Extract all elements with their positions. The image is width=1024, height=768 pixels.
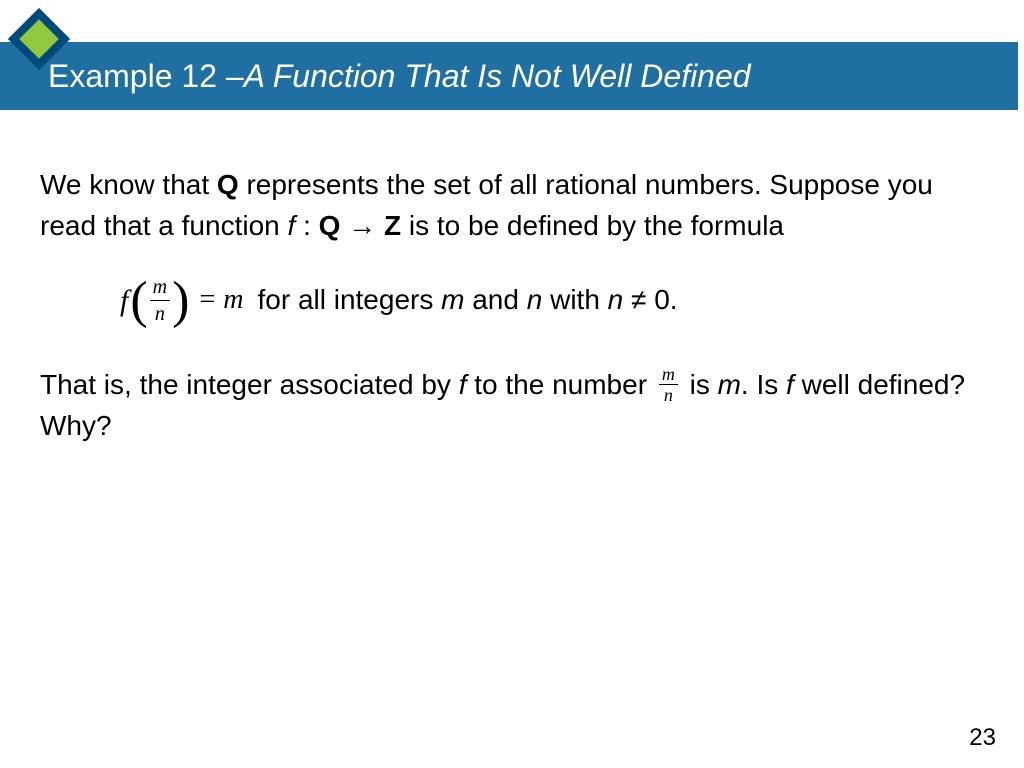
denominator: n [152, 301, 168, 325]
text: and [464, 284, 526, 315]
text: for all integers [257, 284, 441, 315]
arrow: → [340, 210, 384, 241]
right-paren: ) [172, 280, 189, 322]
title-prefix: Example 12 – [48, 58, 244, 95]
text: That is, the integer associated by [40, 369, 459, 400]
text: to the number [466, 369, 654, 400]
numerator: m [659, 365, 678, 385]
text: : [295, 210, 318, 241]
title-subject: A Function That Is Not Well Defined [244, 58, 751, 95]
formula-condition: for all integers m and n with n ≠ 0. [257, 280, 677, 321]
zero: 0. [654, 284, 677, 315]
text: with [542, 284, 607, 315]
text: We know that [40, 169, 217, 200]
symbol-Q: Q [319, 210, 341, 241]
not-equal: ≠ [623, 284, 654, 315]
fraction: m n [150, 276, 170, 325]
paragraph-1: We know that Q represents the set of all… [40, 165, 984, 246]
left-paren: ( [130, 280, 147, 322]
denominator: n [661, 385, 676, 404]
text: is [682, 369, 718, 400]
formula-f: f [120, 279, 128, 323]
formula-row: f ( m n ) = m for all integers m and n w… [120, 276, 984, 325]
var-n: n [527, 284, 543, 315]
slide-content: We know that Q represents the set of all… [40, 165, 984, 477]
diamond-icon [8, 8, 70, 70]
text: . Is [741, 369, 786, 400]
page-number: 23 [969, 724, 996, 752]
text: is to be defined by the formula [401, 210, 784, 241]
formula: f ( m n ) = m [120, 276, 243, 325]
fraction-inline: mn [659, 365, 678, 404]
var-m: m [441, 284, 464, 315]
symbol-Q: Q [217, 169, 239, 200]
var-n: n [608, 284, 624, 315]
equals: = [199, 280, 215, 321]
symbol-Z: Z [384, 210, 401, 241]
slide-title-bar: Example 12 – A Function That Is Not Well… [0, 42, 1018, 110]
symbol-f: f [786, 369, 794, 400]
rhs: m [223, 280, 243, 321]
paragraph-2: That is, the integer associated by f to … [40, 365, 984, 447]
var-m: m [718, 369, 741, 400]
numerator: m [150, 276, 170, 301]
